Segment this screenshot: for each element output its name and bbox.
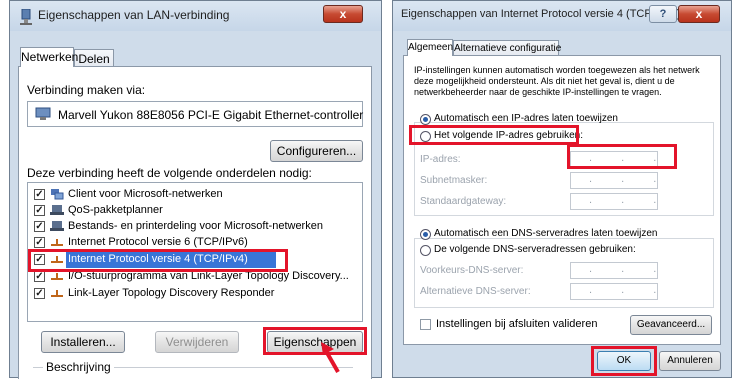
subnet-mask-label: Subnetmasker: [420,175,488,186]
tab-algemeen[interactable]: Algemeen [407,39,453,56]
left-close-button[interactable]: x [323,5,363,23]
service-icon [50,205,64,215]
list-item[interactable]: Internet Protocol versie 6 (TCP/IPv6) [68,236,248,248]
protocol-icon [51,290,63,297]
gateway-label: Standaardgateway: [420,196,507,207]
highlight-ip-address [567,144,677,169]
item-checkbox[interactable]: ✓ [34,189,45,200]
list-item[interactable]: Bestands- en printerdeling voor Microsof… [68,220,323,232]
protocol-icon [51,239,63,246]
tab-netwerken[interactable]: Netwerken [20,47,78,67]
adapter-box: Marvell Yukon 88E8056 PCI-E Gigabit Ethe… [27,101,363,127]
lan-properties-dialog: Eigenschappen van LAN-verbinding x Netwe… [9,0,382,379]
cancel-button[interactable]: Annuleren [659,351,721,371]
install-button[interactable]: Installeren... [41,331,125,353]
manual-dns-label[interactable]: De volgende DNS-serveradressen gebruiken… [434,244,638,255]
list-item[interactable]: Link-Layer Topology Discovery Responder [68,287,274,299]
auto-ip-label[interactable]: Automatisch een IP-adres laten toewijzen [434,113,618,124]
manual-dns-radio[interactable] [420,245,431,256]
ipv4-properties-dialog: Eigenschappen van Internet Protocol vers… [392,0,732,378]
preferred-dns-label: Voorkeurs-DNS-server: [420,265,524,276]
pointer-arrow-icon [321,342,340,373]
alternate-dns-label: Alternatieve DNS-server: [420,286,531,297]
item-checkbox[interactable]: ✓ [34,271,45,282]
list-item[interactable]: Client voor Microsoft-netwerken [68,188,223,200]
preferred-dns-input[interactable]: . . . [570,262,658,279]
right-close-button[interactable]: x [678,5,720,23]
right-tab-panel: IP-instellingen kunnen automatisch worde… [403,55,721,345]
auto-dns-radio[interactable] [420,229,431,240]
service-icon [50,221,64,231]
intro-line-2: deze mogelijkheid ondersteunt. Als dit n… [414,76,675,86]
item-checkbox[interactable]: ✓ [34,237,45,248]
components-label: Deze verbinding heeft de volgende onderd… [27,166,312,180]
auto-dns-label[interactable]: Automatisch een DNS-serveradres laten to… [434,228,657,239]
connect-via-label: Verbinding maken via: [27,83,146,97]
auto-ip-radio[interactable] [420,114,431,125]
left-dialog-title: Eigenschappen van LAN-verbinding [38,8,230,22]
right-dialog-title: Eigenschappen van Internet Protocol vers… [401,8,681,20]
adapter-name: Marvell Yukon 88E8056 PCI-E Gigabit Ethe… [58,108,364,122]
network-adapter-icon [35,107,51,120]
tab-alternatieve-configuratie[interactable]: Alternatieve configuratie [453,40,561,56]
item-checkbox[interactable]: ✓ [34,205,45,216]
network-client-icon [51,189,64,200]
item-checkbox[interactable]: ✓ [34,288,45,299]
configure-button[interactable]: Configureren... [270,140,363,162]
tab-delen[interactable]: Delen [74,49,114,67]
validate-label[interactable]: Instellingen bij afsluiten valideren [436,318,597,330]
uninstall-button[interactable]: Verwijderen [155,331,239,353]
ip-address-label: IP-adres: [420,154,461,165]
alternate-dns-input[interactable]: . . . [570,283,658,300]
protocol-icon [51,273,63,280]
list-item[interactable]: QoS-pakketplanner [68,204,163,216]
highlight-ok-button [591,346,657,376]
intro-line-1: IP-instellingen kunnen automatisch worde… [414,65,700,75]
validate-checkbox[interactable] [420,319,431,330]
highlight-manual-ip [409,125,579,145]
highlight-properties-button [263,327,367,355]
highlight-ipv4-item [28,249,288,272]
network-connection-icon [20,9,32,25]
help-button[interactable]: ? [649,5,677,23]
gateway-input[interactable]: . . . [570,193,658,210]
subnet-mask-input[interactable]: . . . [570,172,658,189]
intro-line-3: netwerkbeheerder naar de geschikte IP-in… [414,87,662,97]
advanced-button[interactable]: Geavanceerd... [630,315,712,335]
item-checkbox[interactable]: ✓ [34,221,45,232]
description-label: Beschrijving [43,360,114,374]
